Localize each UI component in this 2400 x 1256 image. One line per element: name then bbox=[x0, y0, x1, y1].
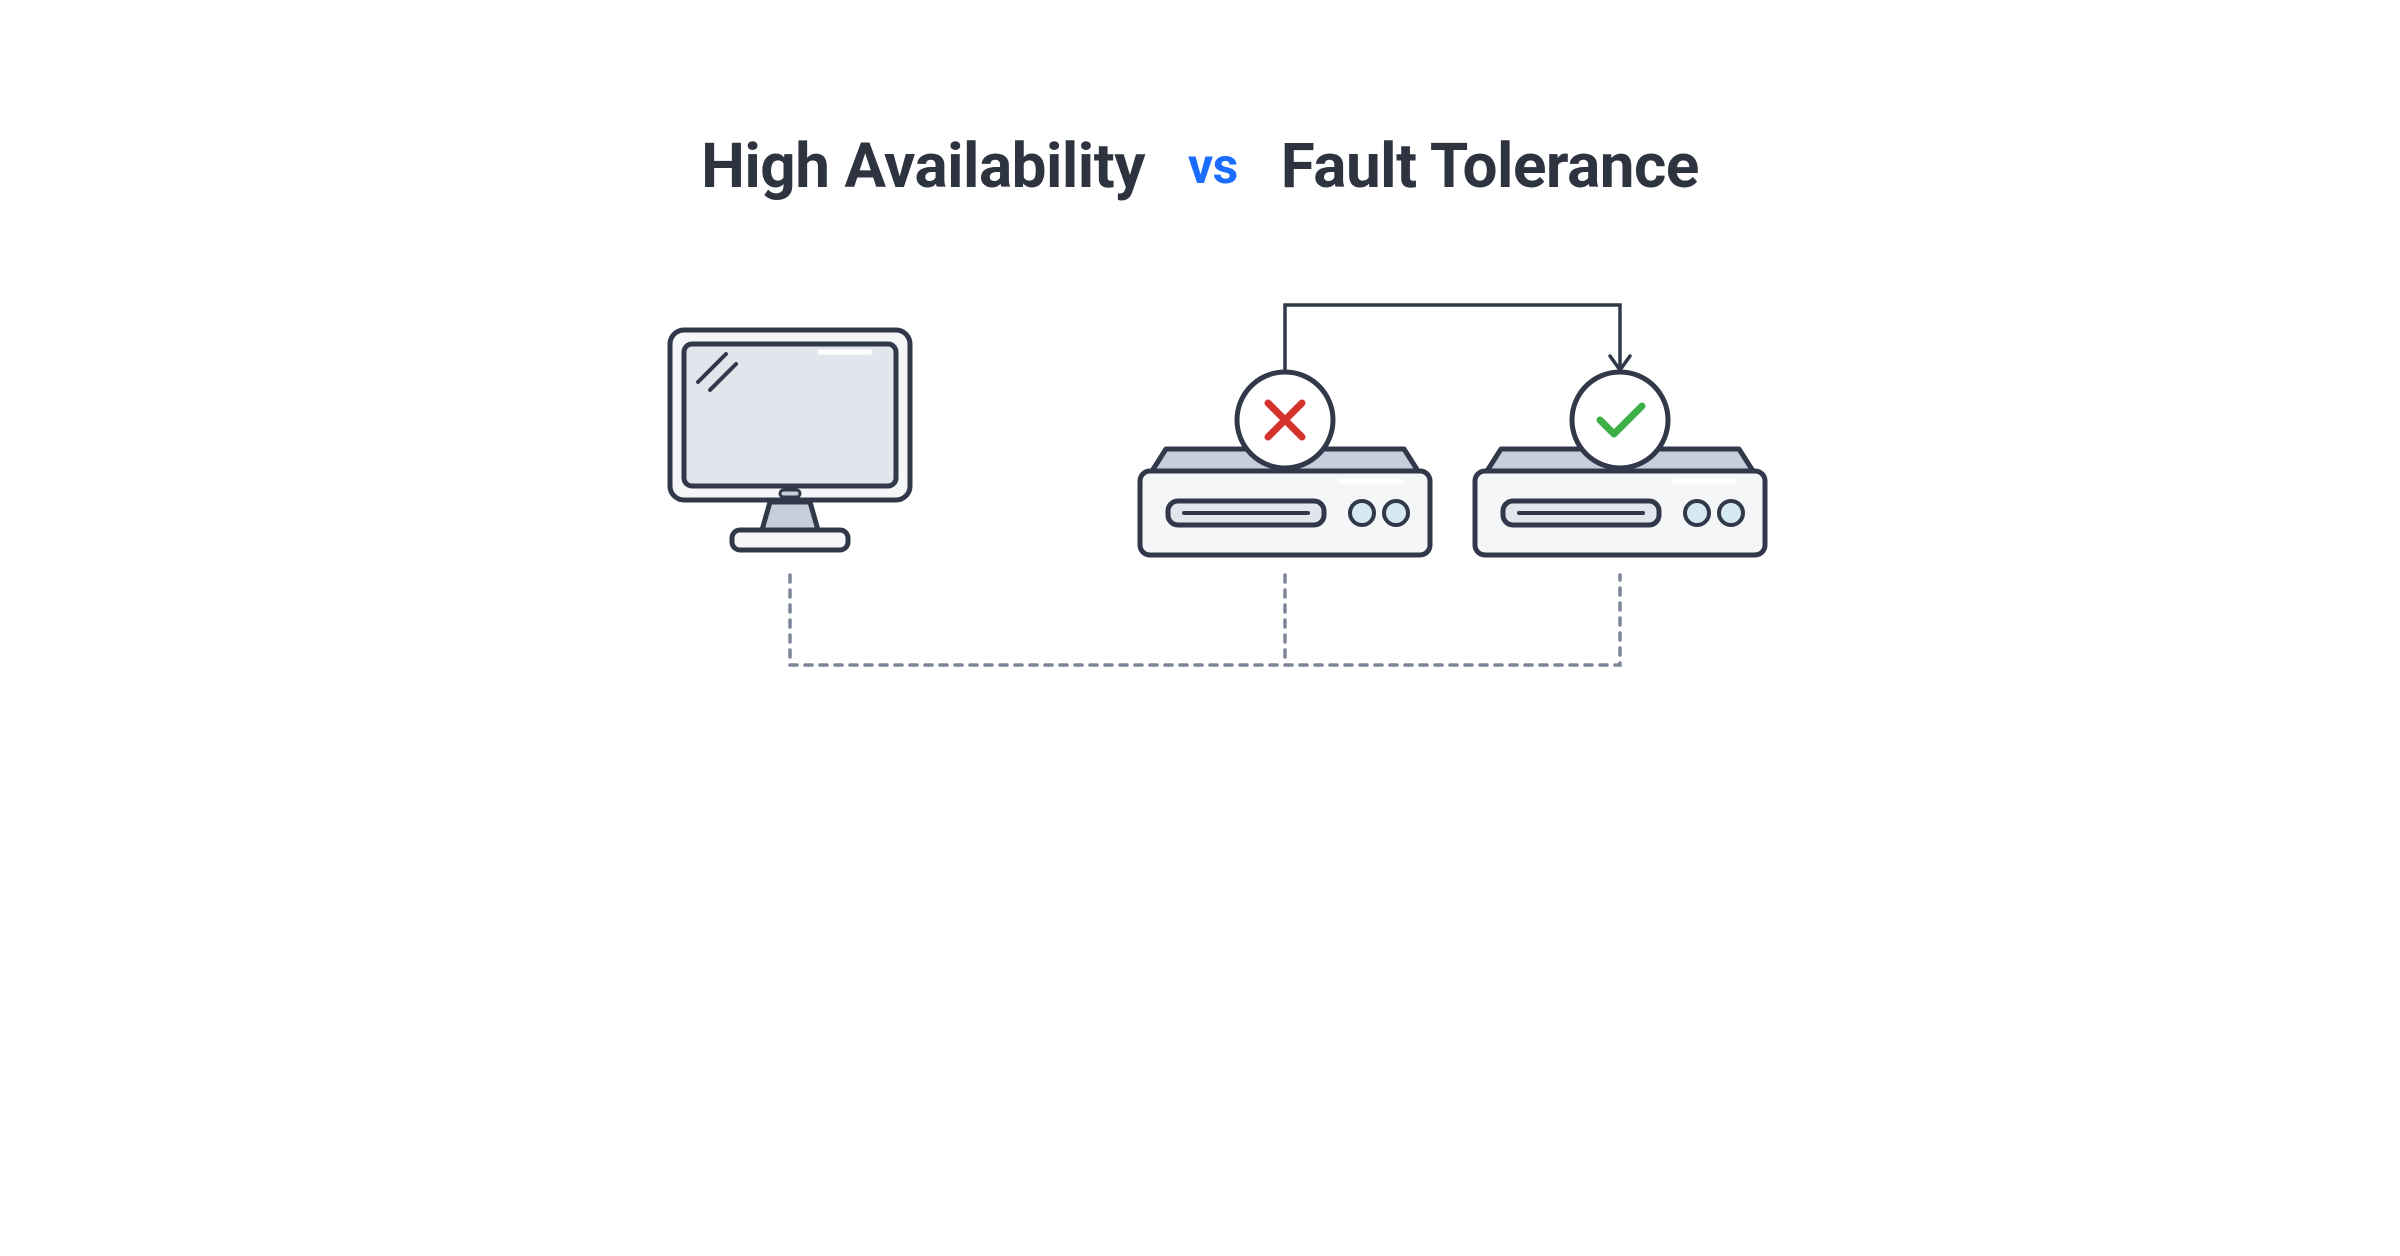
monitor-icon bbox=[670, 330, 910, 550]
diagram-canvas: High Availability vs Fault Tolerance bbox=[450, 0, 1950, 785]
failover-arrow bbox=[1285, 305, 1630, 375]
network-dashed-line bbox=[790, 575, 1620, 665]
x-icon bbox=[1237, 372, 1333, 468]
check-icon bbox=[1572, 372, 1668, 468]
diagram-svg bbox=[450, 0, 1950, 785]
